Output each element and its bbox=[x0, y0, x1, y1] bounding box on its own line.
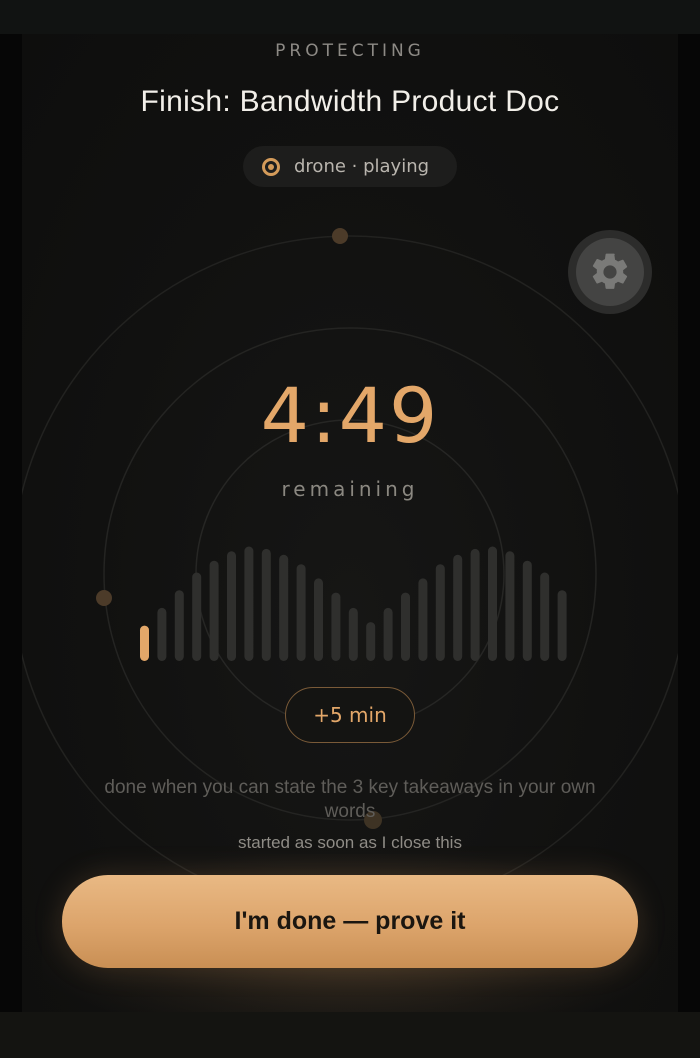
waveform-bar bbox=[209, 560, 219, 661]
waveform-bar bbox=[383, 607, 393, 661]
countdown-timer: 4:49 bbox=[260, 371, 440, 460]
done-criteria-text: done when you can state the 3 key takeaw… bbox=[104, 777, 596, 822]
focus-session-screen: PROTECTING Finish: Bandwidth Product Doc… bbox=[22, 34, 678, 1012]
start-note: started as soon as I close this bbox=[238, 833, 462, 852]
left-edge bbox=[0, 34, 22, 1012]
gear-icon bbox=[576, 238, 644, 306]
orbit-dot-left bbox=[96, 590, 112, 606]
add-five-minutes-button[interactable]: +5 min bbox=[285, 687, 415, 743]
waveform-bar-active bbox=[140, 625, 149, 661]
waveform-bar bbox=[174, 590, 184, 661]
right-edge bbox=[678, 34, 700, 1012]
waveform-bar bbox=[227, 551, 236, 661]
waveform-bar bbox=[488, 546, 497, 661]
waveform-bar bbox=[470, 548, 480, 661]
top-bar bbox=[0, 0, 700, 34]
waveform-bar bbox=[540, 572, 550, 661]
task-title: Finish: Bandwidth Product Doc bbox=[140, 85, 560, 118]
waveform-bar bbox=[314, 578, 323, 661]
waveform-bar bbox=[192, 572, 202, 661]
waveform-bar bbox=[522, 560, 532, 661]
waveform-bar bbox=[261, 548, 271, 661]
waveform-bar bbox=[401, 592, 410, 661]
waveform-bar bbox=[453, 554, 463, 661]
audio-status-text: drone · playing bbox=[294, 156, 430, 177]
timer-label: remaining bbox=[281, 477, 419, 501]
waveform-bar bbox=[157, 607, 167, 661]
waveform-bar bbox=[505, 551, 515, 661]
settings-button[interactable] bbox=[568, 230, 652, 314]
orbit-dot-top bbox=[332, 228, 348, 244]
waveform-bar bbox=[557, 590, 567, 661]
bottom-bar bbox=[0, 1012, 700, 1058]
waveform-bar bbox=[418, 578, 428, 661]
audio-status-pill[interactable]: drone · playing bbox=[243, 146, 457, 187]
waveform-bar bbox=[435, 564, 445, 661]
waveform-bar bbox=[331, 592, 341, 661]
waveform-bar bbox=[296, 564, 306, 661]
waveform-bar bbox=[348, 607, 358, 661]
protecting-label: PROTECTING bbox=[275, 41, 425, 61]
waveform-bar bbox=[279, 554, 289, 661]
partial-footer-text: · · · · bbox=[330, 1002, 370, 1012]
waveform-bar bbox=[244, 546, 254, 661]
audio-waveform bbox=[140, 546, 567, 661]
waveform-bar bbox=[366, 622, 376, 661]
done-prove-it-button[interactable]: I'm done — prove it bbox=[62, 875, 638, 968]
radio-dot-icon bbox=[262, 157, 280, 176]
